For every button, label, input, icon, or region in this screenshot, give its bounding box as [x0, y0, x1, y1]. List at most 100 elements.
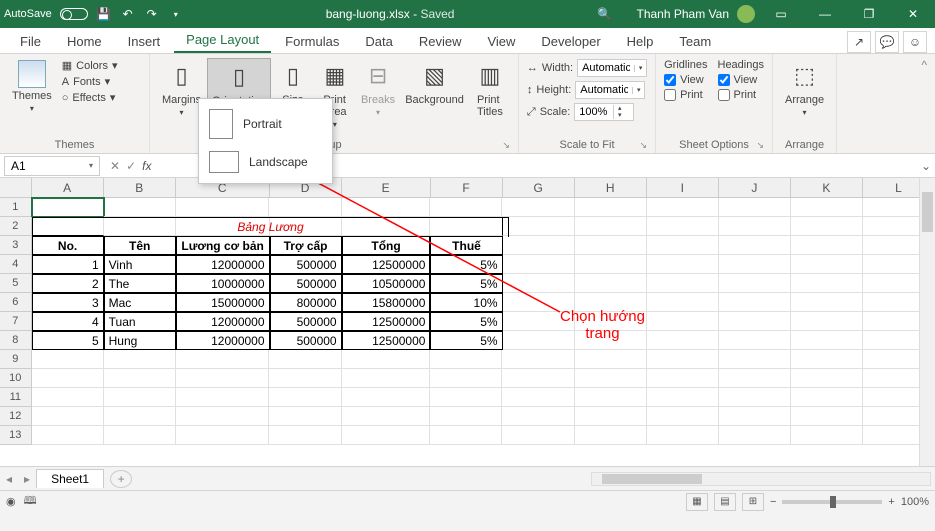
background-button[interactable]: ▧Background	[401, 58, 468, 131]
cell[interactable]	[575, 198, 647, 217]
save-icon[interactable]: 💾	[96, 6, 112, 22]
cell[interactable]: 12000000	[176, 255, 270, 274]
col-G[interactable]: G	[503, 178, 575, 197]
cell[interactable]: 500000	[270, 331, 342, 350]
cell[interactable]: 5%	[430, 274, 502, 293]
cell[interactable]: Mac	[104, 293, 176, 312]
row-head[interactable]: 1	[0, 198, 32, 217]
width-select[interactable]: ▾	[577, 59, 647, 77]
autosave-toggle[interactable]	[60, 8, 88, 20]
tab-home[interactable]: Home	[55, 30, 114, 53]
cell[interactable]: Lương cơ bản	[176, 236, 270, 255]
cell[interactable]	[791, 312, 863, 331]
zoom-in-icon[interactable]: +	[888, 496, 894, 508]
minimize-icon[interactable]: —	[807, 0, 843, 28]
cell[interactable]	[104, 369, 176, 388]
expand-formula-icon[interactable]: ⌄	[917, 159, 935, 173]
cell[interactable]: 500000	[270, 274, 342, 293]
cell[interactable]	[430, 198, 502, 217]
cell[interactable]: The	[104, 274, 176, 293]
cell[interactable]	[719, 274, 791, 293]
sheet-tab[interactable]: Sheet1	[36, 469, 104, 488]
cell[interactable]	[502, 388, 574, 407]
cell[interactable]	[342, 369, 431, 388]
tab-formulas[interactable]: Formulas	[273, 30, 351, 53]
cell[interactable]: 3	[32, 293, 104, 312]
cell[interactable]	[719, 217, 791, 236]
cell[interactable]	[176, 350, 270, 369]
cell[interactable]	[430, 369, 502, 388]
breaks-button[interactable]: ⊟Breaks▾	[357, 58, 399, 131]
restore-icon[interactable]: ❐	[851, 0, 887, 28]
cell[interactable]: 12000000	[176, 331, 270, 350]
cell[interactable]	[719, 407, 791, 426]
cell[interactable]	[647, 350, 719, 369]
tab-file[interactable]: File	[8, 30, 53, 53]
scale-input[interactable]: ▴▾	[574, 103, 634, 121]
cell[interactable]	[503, 255, 575, 274]
height-select[interactable]: ▾	[575, 81, 645, 99]
cell[interactable]	[342, 198, 431, 217]
cell[interactable]	[791, 217, 863, 236]
cell[interactable]	[502, 369, 574, 388]
cell[interactable]	[719, 350, 791, 369]
redo-icon[interactable]: ↷	[144, 6, 160, 22]
pagebreak-view-icon[interactable]: ⊞	[742, 493, 764, 511]
cell[interactable]: Trợ cấp	[270, 236, 342, 255]
tab-view[interactable]: View	[475, 30, 527, 53]
cell[interactable]	[647, 331, 719, 350]
tab-review[interactable]: Review	[407, 30, 474, 53]
cell[interactable]: 15000000	[176, 293, 270, 312]
user-name[interactable]: Thanh Pham Van	[636, 7, 729, 21]
col-I[interactable]: I	[647, 178, 719, 197]
row-head[interactable]: 13	[0, 426, 32, 445]
cell[interactable]	[342, 388, 431, 407]
horizontal-scrollbar[interactable]	[591, 472, 931, 486]
cell[interactable]	[647, 255, 719, 274]
tab-developer[interactable]: Developer	[529, 30, 612, 53]
pagesetup-launcher-icon[interactable]: ↘	[502, 140, 510, 151]
col-H[interactable]: H	[575, 178, 647, 197]
cell[interactable]	[104, 350, 176, 369]
close-icon[interactable]: ✕	[895, 0, 931, 28]
cell[interactable]	[502, 350, 574, 369]
smile-icon[interactable]: ☺	[903, 31, 927, 53]
cell[interactable]	[430, 407, 502, 426]
cell[interactable]	[502, 407, 574, 426]
cell[interactable]: 12500000	[342, 312, 431, 331]
cell[interactable]	[647, 388, 719, 407]
cell[interactable]: Tuan	[104, 312, 176, 331]
vertical-scrollbar[interactable]	[919, 178, 935, 466]
cell[interactable]: Hung	[104, 331, 176, 350]
cell[interactable]	[791, 407, 863, 426]
tab-team[interactable]: Team	[667, 30, 723, 53]
arrange-button[interactable]: ⬚Arrange▾	[781, 58, 828, 119]
row-head[interactable]: 9	[0, 350, 32, 369]
add-sheet-button[interactable]: +	[110, 470, 132, 488]
cell[interactable]	[791, 274, 863, 293]
cell[interactable]	[575, 369, 647, 388]
effects-button[interactable]: ○Effects ▾	[62, 90, 118, 105]
cell[interactable]	[342, 426, 431, 445]
cell[interactable]	[719, 312, 791, 331]
cell[interactable]	[719, 426, 791, 445]
cell[interactable]	[503, 274, 575, 293]
ribbon-display-icon[interactable]: ▭	[763, 0, 799, 28]
row-head[interactable]: 6	[0, 293, 32, 312]
cell[interactable]	[575, 236, 647, 255]
cell[interactable]	[269, 350, 341, 369]
cell[interactable]	[719, 388, 791, 407]
fonts-button[interactable]: AFonts ▾	[62, 74, 118, 89]
cell[interactable]: 10%	[430, 293, 502, 312]
cell[interactable]: Tổng	[342, 236, 431, 255]
cell[interactable]	[719, 331, 791, 350]
cell[interactable]	[719, 255, 791, 274]
landscape-option[interactable]: Landscape	[199, 145, 332, 179]
col-F[interactable]: F	[431, 178, 503, 197]
col-E[interactable]: E	[342, 178, 431, 197]
cell[interactable]	[719, 236, 791, 255]
tab-help[interactable]: Help	[615, 30, 666, 53]
zoom-out-icon[interactable]: −	[770, 496, 776, 508]
headings-view-check[interactable]: View	[718, 73, 764, 87]
pagelayout-view-icon[interactable]: ▤	[714, 493, 736, 511]
